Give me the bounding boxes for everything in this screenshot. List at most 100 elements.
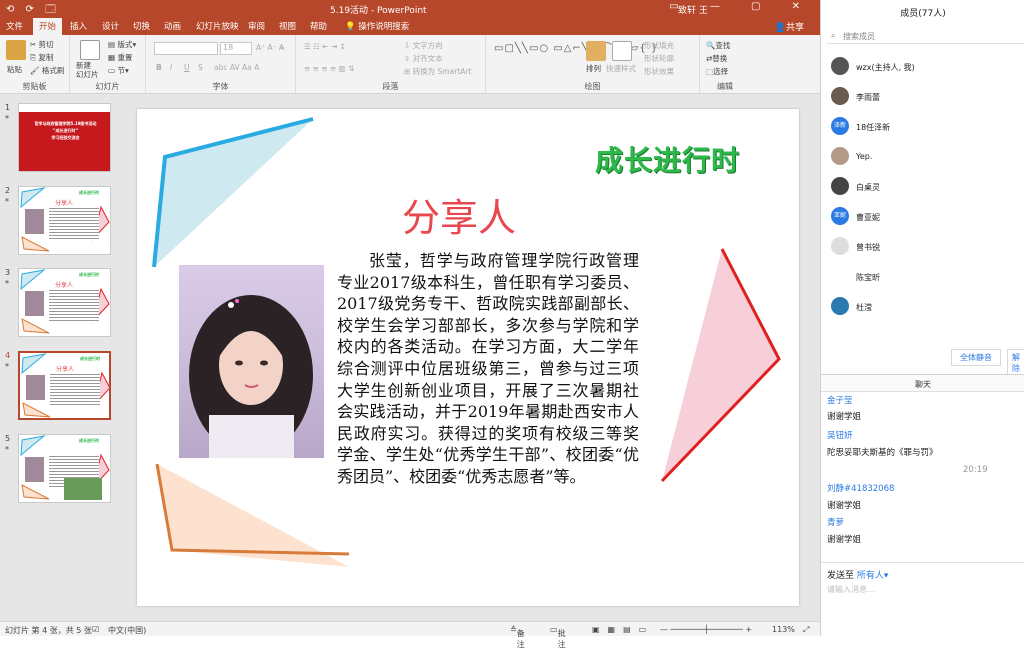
select-label: 选择 <box>713 67 729 76</box>
quick-styles-icon[interactable] <box>612 41 632 61</box>
thumb-title: 分享人 <box>56 366 75 373</box>
arrange-icon[interactable] <box>586 41 606 61</box>
mute-all-button[interactable]: 全体静音 <box>951 349 1001 366</box>
window-controls[interactable]: ▭ — ▢ ✕ <box>669 1 814 12</box>
tab-home[interactable]: 开始 <box>33 18 63 35</box>
tab-help[interactable]: 帮助 <box>310 20 327 32</box>
member-item[interactable]: 亚妮 曹亚妮 <box>831 207 1021 227</box>
slide-thumbnail-1[interactable]: 哲学与政府管理学院5.19图书活动 “成长进行时” 学习经验交流会 <box>18 103 111 172</box>
tab-transitions[interactable]: 切换 <box>133 20 150 32</box>
group-clipboard: 粘贴 ✂ 剪切 ⎘ 复制 🖌 格式刷 剪贴板 <box>0 35 70 94</box>
tab-slideshow[interactable]: 幻灯片放映 <box>196 20 239 32</box>
tab-animations[interactable]: 动画 <box>164 20 181 32</box>
thumb-text-lines <box>50 374 100 406</box>
member-item[interactable]: 曾书锐 <box>831 237 1021 257</box>
smartart-button[interactable]: ⊞ 转换为 SmartArt <box>404 66 471 77</box>
notes-button[interactable]: ≙ 备注 <box>510 625 525 649</box>
bullet-buttons[interactable]: ☰ ☷ ⇤ ⇥ ↕ <box>304 42 346 51</box>
member-item[interactable]: 泽新 18任泽新 <box>831 117 1021 137</box>
slide-thumbnail-4[interactable]: 成长进行时 分享人 <box>18 351 111 420</box>
section-button[interactable]: ▭ 节▾ <box>108 65 129 76</box>
share-button[interactable]: 👤共享 <box>775 20 804 33</box>
chat-sender[interactable]: 青萝 <box>827 516 844 528</box>
copy-button[interactable]: ⎘ 复制 <box>30 52 53 63</box>
slide-thumbnail-5[interactable]: 成长进行时 <box>18 434 111 503</box>
paste-icon[interactable] <box>6 40 26 60</box>
member-name: 曾书锐 <box>856 243 880 252</box>
tab-design[interactable]: 设计 <box>102 20 119 32</box>
spellcheck-icon[interactable]: ☑ <box>92 625 99 634</box>
shape-outline-button[interactable]: 形状轮廓 <box>644 53 674 64</box>
member-name: wzx(主持人, 我) <box>856 63 915 72</box>
fit-slide-icon[interactable]: ⤢ <box>803 625 809 635</box>
font-name-field[interactable] <box>154 42 218 55</box>
slide-body-text[interactable]: 张莹，哲学与政府管理学院行政管理专业2017级本科生，曾任职有学习委员、2017… <box>337 250 639 488</box>
shape-fill-button[interactable]: 形状填充 <box>644 40 674 51</box>
align-text-button[interactable]: ⇳ 对齐文本 <box>404 53 443 64</box>
layout-button[interactable]: ▤ 版式▾ <box>108 39 136 50</box>
member-search-input[interactable]: 搜索成员 <box>827 28 1024 44</box>
slide-heading[interactable]: 分享人 <box>402 187 516 242</box>
zoom-slider[interactable]: — ───────┼─────── + <box>660 625 752 634</box>
chat-sender[interactable]: 金子莹 <box>827 394 853 406</box>
strike-button[interactable]: S <box>198 63 203 72</box>
slide-thumbnail-2[interactable]: 成长进行时 分享人 <box>18 186 111 255</box>
chat-sender[interactable]: 吴钮妍 <box>827 429 853 441</box>
view-buttons[interactable]: ▣▦▤▭ <box>592 625 654 634</box>
slide-title[interactable]: 成长进行时 <box>595 139 740 179</box>
bold-button[interactable]: B <box>156 63 162 72</box>
member-item[interactable]: 白桌灵 <box>831 177 1021 197</box>
paste-button[interactable]: 粘贴 <box>7 64 22 75</box>
tell-me-label: 操作说明搜索 <box>358 22 410 32</box>
thumb-photo <box>26 375 45 400</box>
reset-button[interactable]: ▦ 重置 <box>108 52 132 63</box>
comments-button[interactable]: ▭ 批注 <box>550 625 566 649</box>
current-slide[interactable]: 成长进行时 分享人 张莹，哲学与政府管理学院行政管理专业2017级本科生，曾任职… <box>137 109 799 606</box>
send-to-label: 发送至 <box>827 571 855 581</box>
quick-styles-button[interactable]: 快速样式 <box>606 63 636 74</box>
text-direction-button[interactable]: ⇩ 文字方向 <box>404 40 443 51</box>
shape-effects-button[interactable]: 形状效果 <box>644 66 674 77</box>
member-item[interactable]: 李雨蕾 <box>831 87 1021 107</box>
window-title: 5.19活动 - PowerPoint <box>330 6 427 16</box>
new-slide-button[interactable]: 新建 幻灯片 <box>76 61 99 79</box>
send-to-selector[interactable]: 发送至 所有人▾ <box>827 568 888 581</box>
font-more-buttons[interactable]: abc AV Aa A <box>214 63 259 72</box>
language-indicator[interactable]: 中文(中国) <box>108 625 146 636</box>
shapes-gallery[interactable]: ▭▢╲╲▭○ ▭△⌐╲▷ ⌒╲⤴▱{ } <box>494 39 658 54</box>
new-slide-icon[interactable] <box>80 40 100 60</box>
arrange-button[interactable]: 排列 <box>586 63 601 74</box>
tab-insert[interactable]: 插入 <box>70 20 87 32</box>
underline-button[interactable]: U <box>184 63 190 72</box>
chat-input[interactable]: 请输入消息... <box>827 584 875 595</box>
replace-button[interactable]: ⇄替换 <box>706 53 727 64</box>
unmute-all-button[interactable]: 解除 <box>1007 349 1024 377</box>
italic-button[interactable]: I <box>170 63 172 72</box>
format-painter-button[interactable]: 🖌 格式刷 <box>30 65 64 76</box>
chat-divider <box>821 562 1024 563</box>
member-item[interactable]: Yep. <box>831 147 1021 167</box>
member-item[interactable]: 杜滢 <box>831 297 1021 317</box>
tab-file[interactable]: 文件 <box>6 20 23 32</box>
grow-font-button[interactable]: A⁺ A⁻ A̶ <box>256 43 284 52</box>
chat-sender[interactable]: 刘静#41832068 <box>827 482 894 494</box>
thumb-text-lines <box>49 208 99 240</box>
member-item[interactable]: wzx(主持人, 我) <box>831 57 1021 77</box>
slide-thumbnail-3[interactable]: 成长进行时 分享人 <box>18 268 111 337</box>
thumb-tag: 成长进行时 <box>79 438 99 443</box>
tab-view[interactable]: 视图 <box>279 20 296 32</box>
chat-message: 陀思妥耶夫斯基的《罪与罚》 <box>827 448 938 458</box>
font-size-field[interactable]: 18 <box>220 42 252 55</box>
send-to-target[interactable]: 所有人 <box>857 571 884 581</box>
find-button[interactable]: 🔍查找 <box>706 40 730 51</box>
tab-review[interactable]: 审阅 <box>248 20 265 32</box>
align-buttons[interactable]: ≡ ≡ ≡ ≡ ▥ ⇅ <box>304 64 354 73</box>
avatar: 亚妮 <box>831 207 849 225</box>
member-item[interactable]: 陈宝昕 <box>831 267 1021 287</box>
thumbnail-animation-star: * <box>5 279 9 288</box>
cut-button[interactable]: ✂ 剪切 <box>30 39 54 50</box>
tell-me-search[interactable]: 💡 操作说明搜索 <box>345 20 409 32</box>
speaker-photo[interactable] <box>179 265 324 458</box>
select-button[interactable]: ⬚选择 <box>706 66 728 77</box>
zoom-level[interactable]: 113% <box>772 625 795 634</box>
